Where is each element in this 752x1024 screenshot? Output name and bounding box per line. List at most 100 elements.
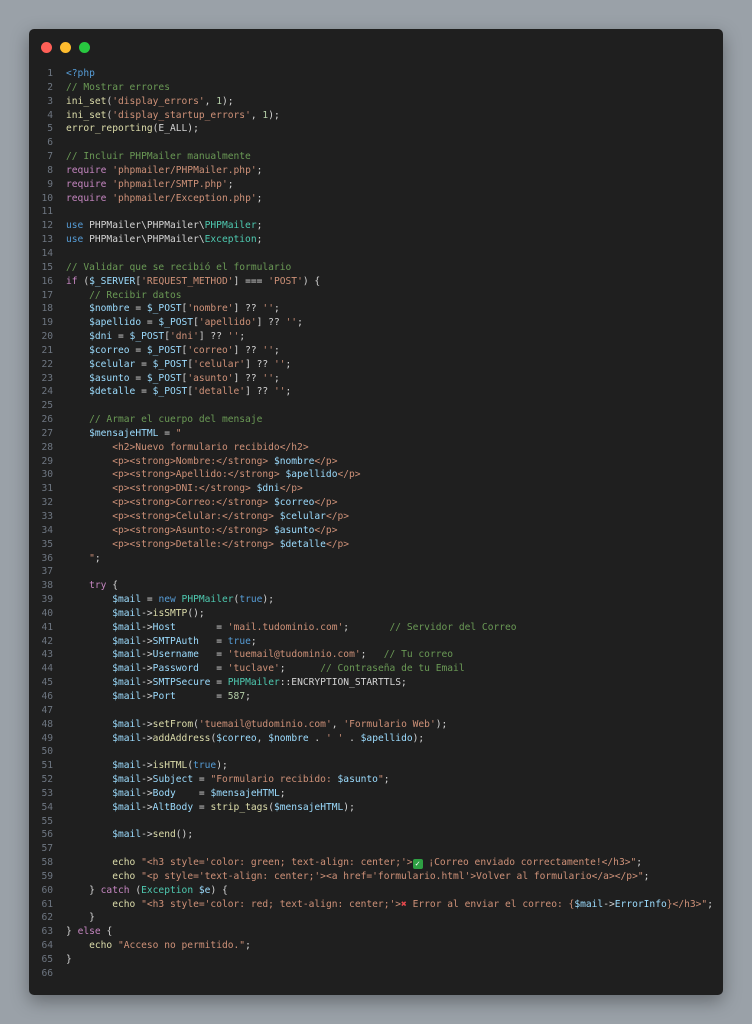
line-number: 63 [41,926,53,938]
code-line[interactable]: 29 <p><strong>Nombre:</strong> $nombre</… [29,455,723,469]
code-line[interactable]: 5 error_reporting(E_ALL); [29,122,723,136]
code-line[interactable]: 66 [29,967,723,981]
code-line[interactable]: 14 [29,247,723,261]
code-line[interactable]: 10 require 'phpmailer/Exception.php'; [29,192,723,206]
code-line[interactable]: 61 echo "<h3 style='color: red; text-ali… [29,898,723,912]
code-line[interactable]: 6 [29,136,723,150]
code-token: <p><strong>DNI:</strong> [66,483,257,495]
code-line[interactable]: 7 // Incluir PHPMailer manualmente [29,150,723,164]
code-line[interactable]: 56 $mail->send(); [29,828,723,842]
line-content: <p><strong>Detalle:</strong> $detalle</p… [66,538,349,552]
code-line[interactable]: 24 $detalle = $_POST['detalle'] ?? ''; [29,385,723,399]
code-line[interactable]: 59 echo "<p style='text-align: center;'>… [29,870,723,884]
code-line[interactable]: 47 [29,704,723,718]
code-line[interactable]: 36 "; [29,552,723,566]
code-token: ] === [233,275,269,287]
code-line[interactable]: 18 $nombre = $_POST['nombre'] ?? ''; [29,302,723,316]
code-line[interactable]: 52 $mail->Subject = "Formulario recibido… [29,773,723,787]
code-token: $mail [112,760,142,772]
code-line[interactable]: 15 // Validar que se recibió el formulari… [29,261,723,275]
code-line[interactable]: 11 [29,205,723,219]
line-content: <?php [66,67,95,81]
code-line[interactable]: 27 $mensajeHTML = " [29,427,723,441]
code-token: = [198,663,228,675]
code-line[interactable]: 33 <p><strong>Celular:</strong> $celular… [29,510,723,524]
code-token: -> [141,829,153,841]
window-close-button[interactable] [41,42,52,53]
code-line[interactable]: 54 $mail->AltBody = strip_tags($mensajeH… [29,801,723,815]
code-token: 'REQUEST_METHOD' [141,275,234,287]
window-maximize-button[interactable] [79,42,90,53]
code-line[interactable]: 23 $asunto = $_POST['asunto'] ?? ''; [29,372,723,386]
line-content: require 'phpmailer/PHPMailer.php'; [66,164,262,178]
code-line[interactable]: 44 $mail->Password = 'tuclave'; // Contr… [29,662,723,676]
code-line[interactable]: 60 } catch (Exception $e) { [29,884,723,898]
code-line[interactable]: 43 $mail->Username = 'tuemail@tudominio.… [29,648,723,662]
code-token: ini_set [66,95,107,107]
code-line[interactable]: 63} else { [29,925,723,939]
code-line[interactable]: 55 [29,815,723,829]
code-line[interactable]: 45 $mail->SMTPSecure = PHPMailer::ENCRYP… [29,676,723,690]
code-line[interactable]: 25 [29,399,723,413]
line-content: $mail->AltBody = strip_tags($mensajeHTML… [66,801,355,815]
code-line[interactable]: 9 require 'phpmailer/SMTP.php'; [29,178,723,192]
code-line[interactable]: 26 // Armar el cuerpo del mensaje [29,413,723,427]
code-line[interactable]: 65} [29,953,723,967]
code-line[interactable]: 50 [29,745,723,759]
code-line[interactable]: 49 $mail->addAddress($correo, $nombre . … [29,732,723,746]
code-token: true [239,594,263,606]
code-line[interactable]: 16 if ($_SERVER['REQUEST_METHOD'] === 'PO… [29,275,723,289]
code-line[interactable]: 3 ini_set('display_errors', 1); [29,95,723,109]
code-token: isHTML [152,760,188,772]
code-line[interactable]: 53 $mail->Body = $mensajeHTML; [29,787,723,801]
code-line[interactable]: 12 use PHPMailer\PHPMailer\PHPMailer; [29,219,723,233]
code-line[interactable]: 64 echo "Acceso no permitido."; [29,939,723,953]
code-token: $mail [112,718,142,730]
code-line[interactable]: 8 require 'phpmailer/PHPMailer.php'; [29,164,723,178]
line-content: $mail->Subject = "Formulario recibido: $… [66,773,389,787]
code-token: Username [152,649,199,661]
line-content: $apellido = $_POST['apellido'] ?? ''; [66,316,303,330]
code-line[interactable]: 57 [29,842,723,856]
code-editor[interactable]: 1 <?php 2// Mostrar errores 3 ini_set('displ… [29,67,723,981]
code-line[interactable]: 35 <p><strong>Detalle:</strong> $detalle… [29,538,723,552]
code-token: </p> [279,483,303,495]
code-line[interactable]: 42 $mail->SMTPAuth = true; [29,635,723,649]
code-token: ) { [210,884,228,896]
code-line[interactable]: 13 use PHPMailer\PHPMailer\Exception; [29,233,723,247]
code-line[interactable]: 31 <p><strong>DNI:</strong> $dni</p> [29,482,723,496]
code-line[interactable]: 58 echo "<h3 style='color: green; text-a… [29,856,723,870]
code-line[interactable]: 46 $mail->Port = 587; [29,690,723,704]
code-line[interactable]: 62 } [29,911,723,925]
code-token: </p> [325,538,350,550]
code-line[interactable]: 48 $mail->setFrom('tuemail@tudominio.com… [29,718,723,732]
code-line[interactable]: 28 <h2>Nuevo formulario recibido</h2> [29,441,723,455]
code-line[interactable]: 38 try { [29,579,723,593]
code-line[interactable]: 21 $correo = $_POST['correo'] ?? ''; [29,344,723,358]
code-line[interactable]: 51 $mail->isHTML(true); [29,759,723,773]
code-line[interactable]: 2 // Mostrar errores [29,81,723,95]
code-line[interactable]: 22 $celular = $_POST['celular'] ?? ''; [29,358,723,372]
code-line[interactable]: 37 [29,565,723,579]
code-line[interactable]: 4 ini_set('display_startup_errors', 1); [29,109,723,123]
code-line[interactable]: 40 $mail->isSMTP(); [29,607,723,621]
code-token: ; [360,649,384,661]
line-number: 19 [41,317,53,329]
window-minimize-button[interactable] [60,42,71,53]
code-line[interactable]: 20 $dni = $_POST['dni'] ?? ''; [29,330,723,344]
code-line[interactable]: 30 <p><strong>Apellido:</strong> $apelli… [29,468,723,482]
code-token: $_SERVER [89,275,136,287]
code-line[interactable]: 17 // Recibir datos [29,289,723,303]
code-line[interactable]: 41 $mail->Host = 'mail.tudominio.com'; /… [29,621,723,635]
code-token: $mail [112,774,142,786]
code-token: 'detalle' [193,386,246,398]
code-line[interactable]: 34 <p><strong>Asunto:</strong> $asunto</… [29,524,723,538]
code-line[interactable]: 32 <p><strong>Correo:</strong> $correo</… [29,496,723,510]
line-number: 57 [41,843,53,855]
code-line[interactable]: 39 $mail = new PHPMailer(true); [29,593,723,607]
code-line[interactable]: 19 $apellido = $_POST['apellido'] ?? ''; [29,316,723,330]
code-line[interactable]: 1 <?php [29,67,723,81]
